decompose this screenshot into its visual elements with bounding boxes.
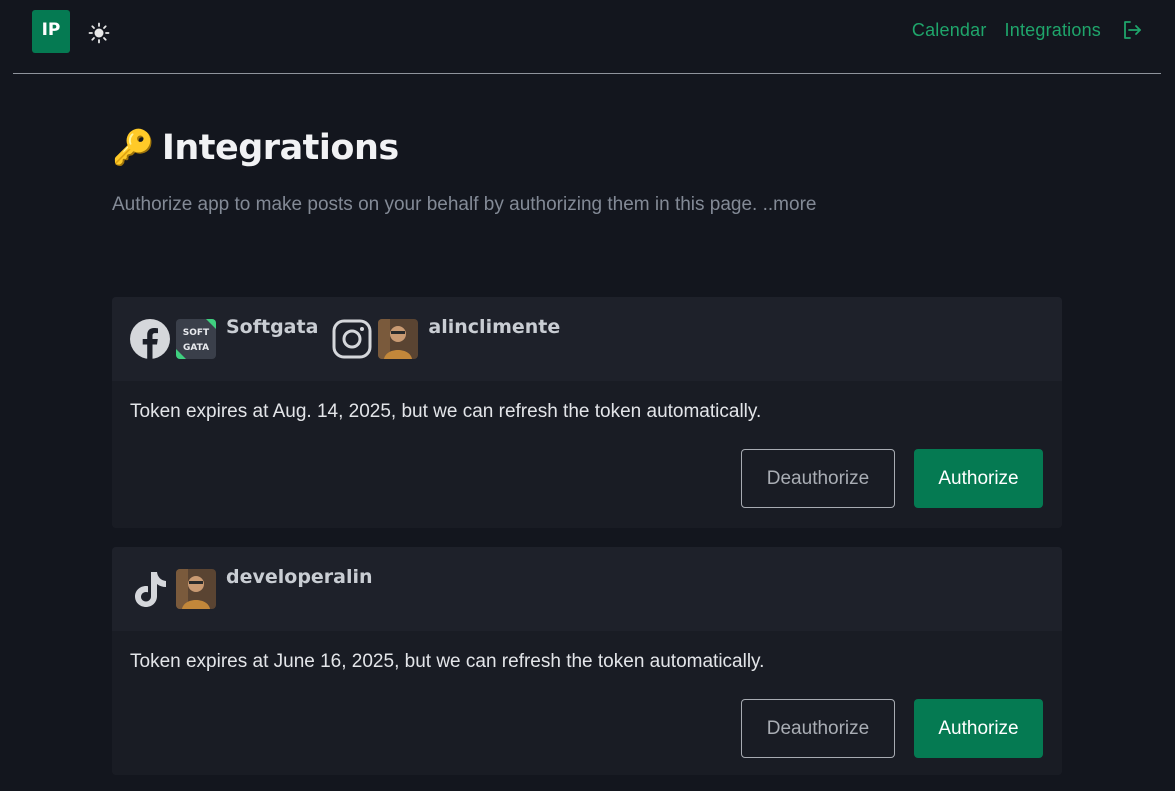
integration-card: SOFT GATA Softgata alinclimente Token ex… [112, 297, 1062, 528]
avatar-text-soft: SOFT [183, 328, 210, 338]
tiktok-icon [130, 569, 170, 609]
integration-card-header: SOFT GATA Softgata alinclimente [112, 297, 1062, 381]
top-navbar: IP Calendar Integrations [13, 0, 1161, 74]
avatar [378, 319, 419, 359]
main-nav: Calendar Integrations [912, 19, 1143, 41]
deauthorize-button[interactable]: Deauthorize [741, 699, 895, 758]
key-icon: 🔑 [112, 128, 154, 168]
nav-link-integrations[interactable]: Integrations [1005, 20, 1101, 41]
token-expiry-text: Token expires at Aug. 14, 2025, but we c… [130, 401, 762, 422]
integration-card: developeralin Token expires at June 16, … [112, 547, 1062, 775]
facebook-icon [130, 319, 170, 359]
page-title: 🔑 Integrations [112, 128, 399, 168]
page-subtitle: Authorize app to make posts on your beha… [112, 194, 817, 215]
nav-link-calendar[interactable]: Calendar [912, 20, 987, 41]
avatar-text-gata: GATA [183, 343, 209, 353]
integration-card-header: developeralin [112, 547, 1062, 631]
deauthorize-button[interactable]: Deauthorize [741, 449, 895, 508]
account-name-alinclimente: alinclimente [428, 316, 561, 338]
avatar: SOFT GATA [176, 319, 216, 359]
account-name-softgata: Softgata [226, 316, 319, 338]
instagram-icon [332, 319, 372, 359]
logout-icon[interactable] [1121, 19, 1143, 41]
integration-card-body: Token expires at June 16, 2025, but we c… [112, 631, 1062, 775]
page-title-text: Integrations [161, 128, 399, 168]
authorize-button[interactable]: Authorize [914, 449, 1043, 508]
app-logo[interactable]: IP [32, 10, 70, 53]
integration-card-body: Token expires at Aug. 14, 2025, but we c… [112, 381, 1062, 528]
avatar [176, 569, 216, 609]
token-expiry-text: Token expires at June 16, 2025, but we c… [130, 651, 765, 672]
account-name-developeralin: developeralin [226, 566, 373, 588]
authorize-button[interactable]: Authorize [914, 699, 1043, 758]
sun-icon[interactable] [88, 22, 110, 44]
